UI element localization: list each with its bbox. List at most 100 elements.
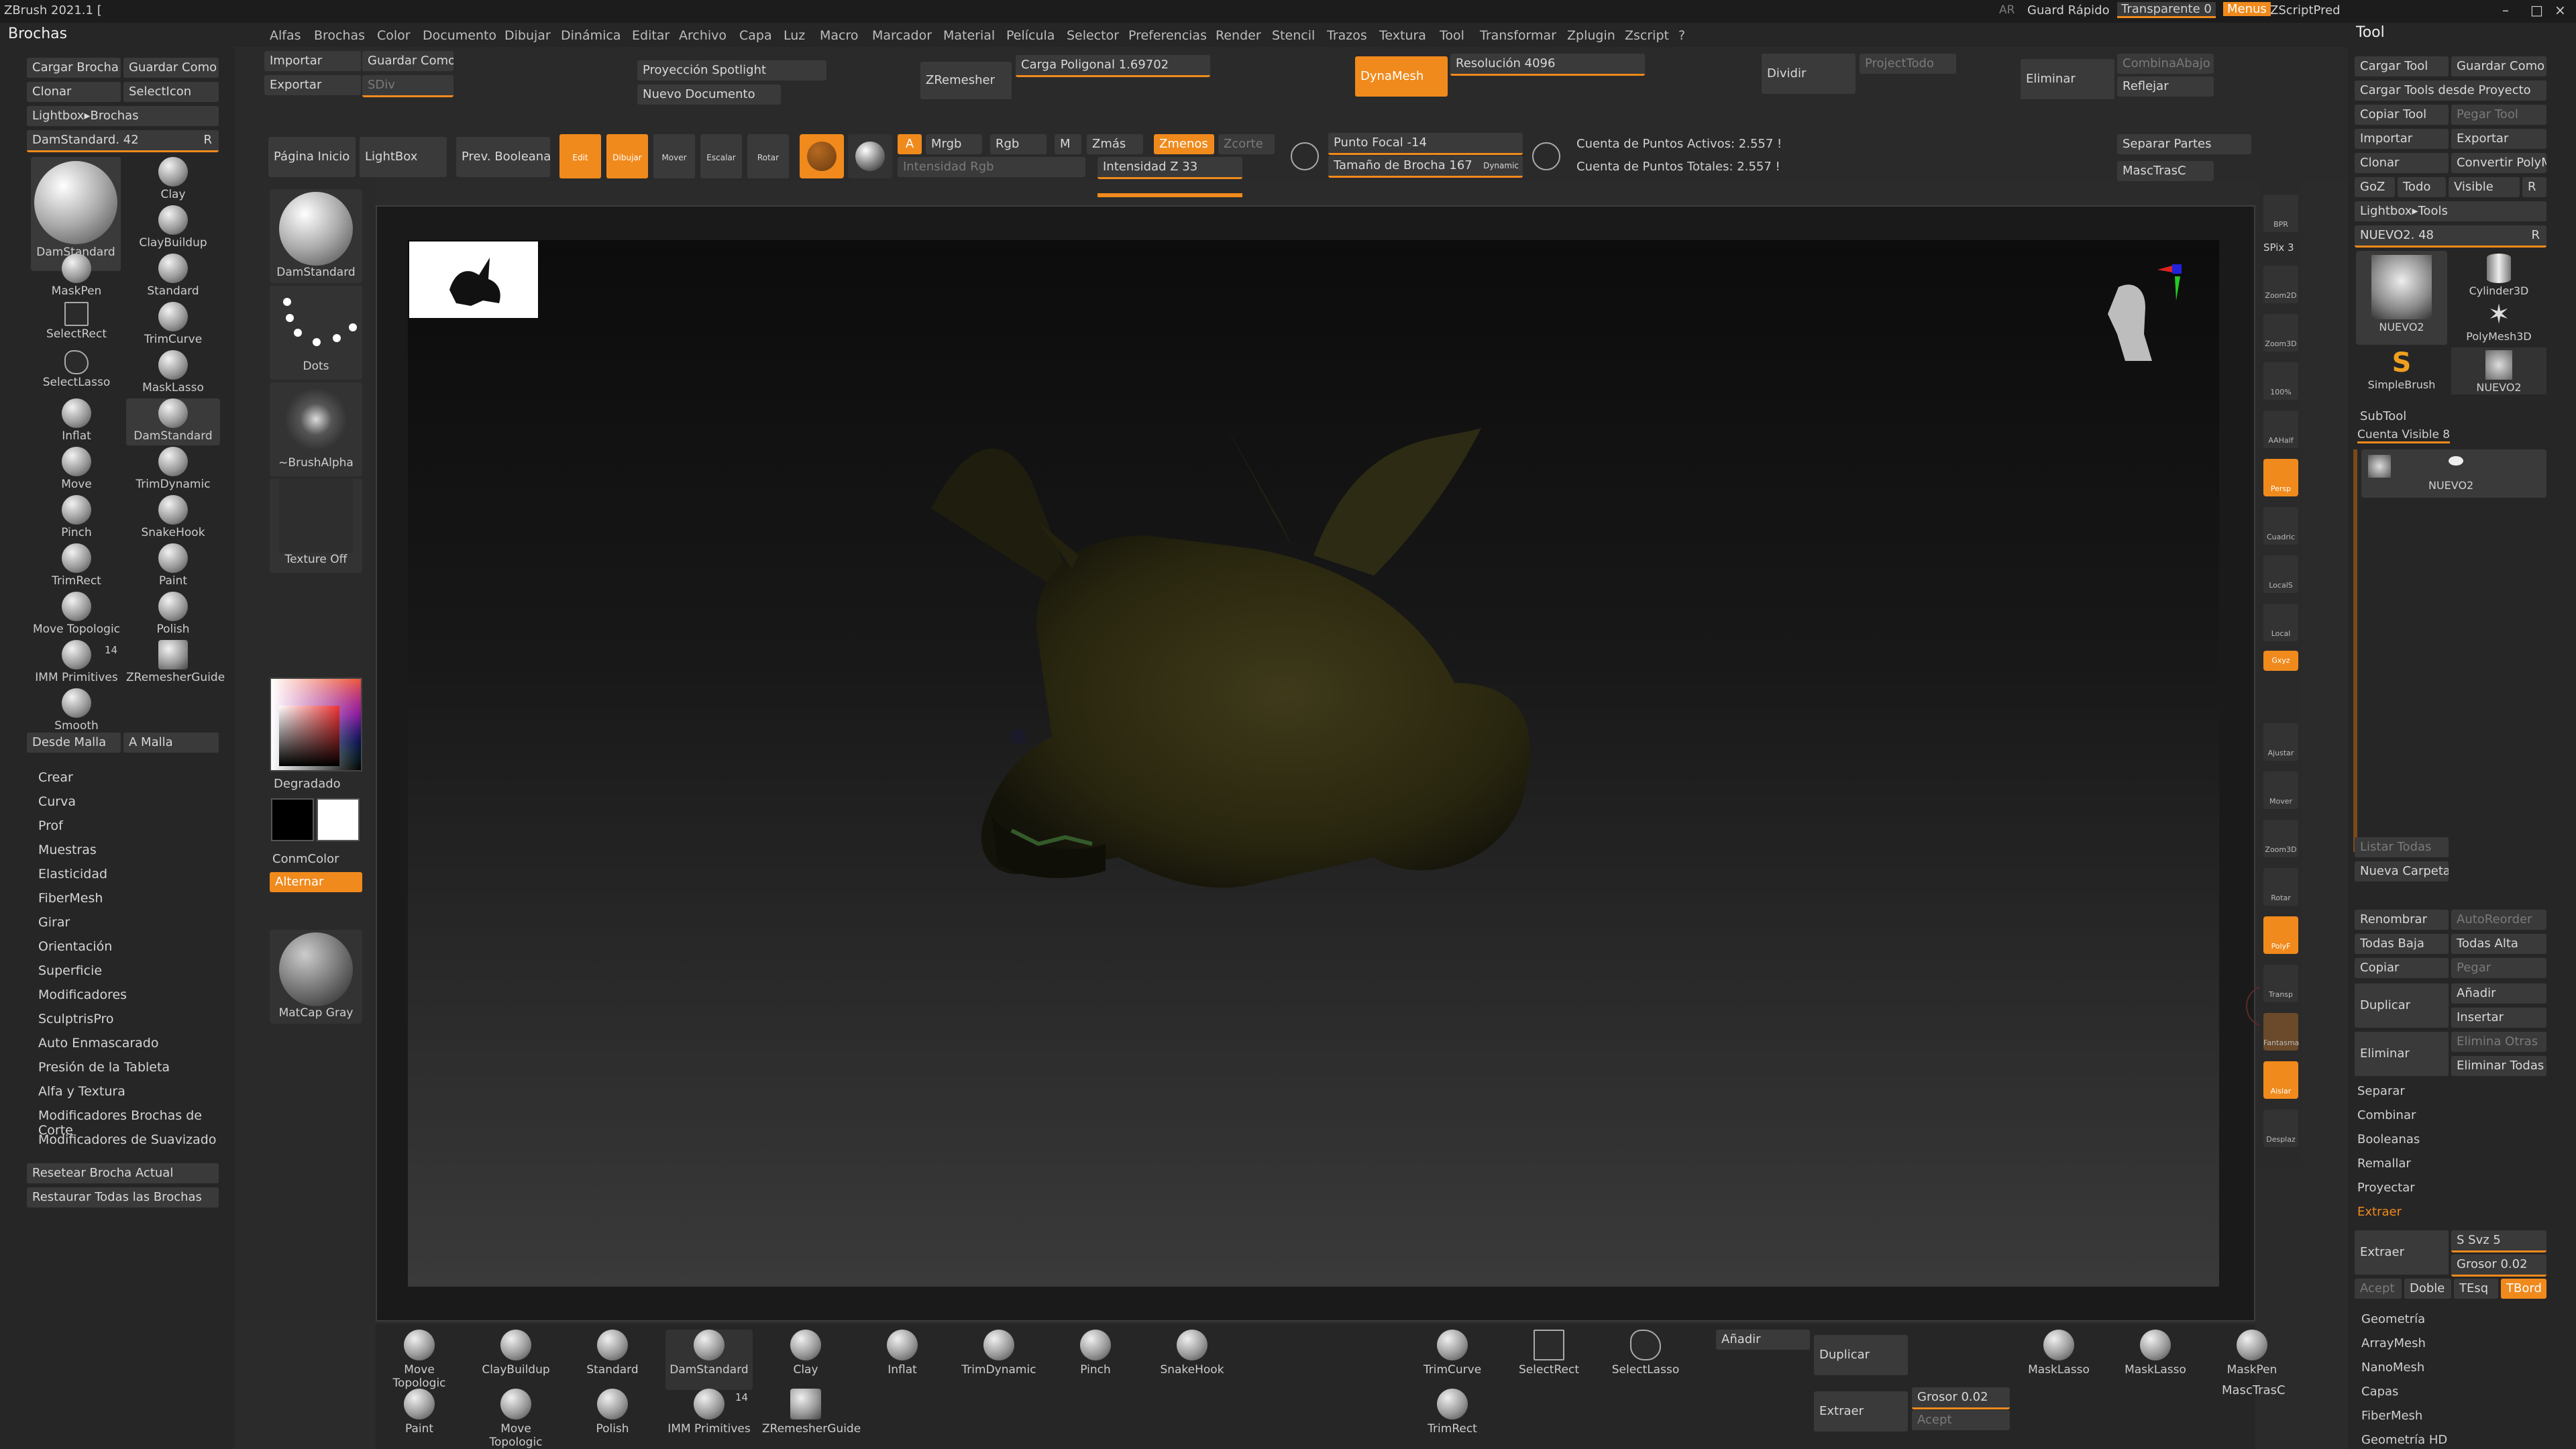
restore-all-brushes-button[interactable]: Restaurar Todas las Brochas [27,1187,219,1208]
menu-dinamica[interactable]: Dinámica [561,28,621,43]
lightbox-button[interactable]: LightBox [360,137,447,177]
brush-paint[interactable]: Paint [126,543,220,590]
section-presion-tableta[interactable]: Presión de la Tableta [38,1060,170,1075]
menu-transformar[interactable]: Transformar [1480,28,1556,43]
material-selector[interactable]: MatCap Gray [270,930,362,1024]
menu-editar[interactable]: Editar [632,28,669,43]
tborder-toggle[interactable]: TBord [2501,1279,2546,1299]
alpha-selector[interactable]: ~BrushAlpha [270,382,362,476]
save-tool-button[interactable]: Guardar Como [2451,56,2546,76]
brush-move[interactable]: Move [30,447,123,494]
brush-selector[interactable]: DamStandard [270,189,362,283]
brush-snakehook[interactable]: SnakeHook [126,495,220,542]
section-orientacion[interactable]: Orientación [38,939,112,954]
subtool-scrollbar[interactable] [2353,449,2357,852]
thickness-slider[interactable]: Grosor 0.02 [2451,1254,2546,1277]
shelf-brush-move-topologic[interactable]: Move Topologic [376,1330,463,1390]
all-button[interactable]: Todo [2398,177,2446,197]
shelf-selectrect[interactable]: SelectRect [1505,1330,1593,1390]
rgb-intensity-slider[interactable]: Intensidad Rgb [898,157,1085,177]
color-picker[interactable] [270,678,362,771]
section-booleanas[interactable]: Booleanas [2357,1132,2420,1146]
sdiv-slider[interactable]: SDiv [362,75,453,97]
tcorner-toggle[interactable]: TEsq [2454,1279,2498,1299]
poly-load-slider[interactable]: Carga Poligonal 1.69702 [1016,55,1210,77]
solo-button[interactable]: Aislar [2263,1061,2298,1099]
section-combinar[interactable]: Combinar [2357,1108,2416,1122]
shelf-thickness-slider[interactable]: Grosor 0.02 [1912,1387,2010,1409]
bpr-button[interactable]: BPR [2263,195,2298,232]
shelf-brush-clay[interactable]: Clay [762,1330,849,1390]
transparency-button[interactable]: Transp [2263,965,2298,1002]
project-all-button[interactable]: ProjectTodo [1860,54,1956,74]
transparency-slider[interactable]: Transparente 0 [2117,2,2216,18]
section-superficie[interactable]: Superficie [38,963,102,978]
edit-mode-button[interactable]: Edit [559,134,601,178]
menu-capa[interactable]: Capa [739,28,772,43]
menu-material[interactable]: Material [943,28,995,43]
gradient-label[interactable]: Degradado [274,777,341,791]
shelf-duplicate-button[interactable]: Duplicar [1814,1335,1908,1375]
mask-transfer-button[interactable]: MascTrasC [2117,161,2214,181]
brush-pinch[interactable]: Pinch [30,495,123,542]
delete-all-button[interactable]: Eliminar Todas [2451,1056,2546,1076]
shelf-brush-imm[interactable]: IMM Primitives 14 [665,1389,753,1449]
navigation-gizmo[interactable] [2078,260,2212,388]
brush-zremesherguide[interactable]: ZRemesherGuide [126,640,225,687]
menu-dibujar[interactable]: Dibujar [504,28,551,43]
section-nanomesh[interactable]: NanoMesh [2361,1360,2424,1375]
xyz-button[interactable]: Gxyz [2263,651,2298,671]
brush-masklasso[interactable]: MaskLasso [126,350,220,397]
menu-textura[interactable]: Textura [1379,28,1426,43]
shelf-extract-button[interactable]: Extraer [1814,1391,1908,1432]
dynamic-toggle[interactable]: Dynamic [1483,156,1519,176]
menu-trazos[interactable]: Trazos [1327,28,1367,43]
load-brush-button[interactable]: Cargar Brocha [27,58,121,78]
section-separar[interactable]: Separar [2357,1084,2405,1098]
mirror-button[interactable]: Reflejar [2117,76,2214,97]
brush-claybuildup[interactable]: ClayBuildup [126,205,220,252]
move-mode-button[interactable]: Mover [653,134,695,178]
import-tool-button[interactable]: Importar [2355,129,2449,149]
menu-preferencias[interactable]: Preferencias [1128,28,1207,43]
quick-save-button[interactable]: Guard Rápido [2027,3,2110,17]
s-smooth-slider[interactable]: S Svz 5 [2451,1230,2546,1252]
append-button[interactable]: Añadir [2451,983,2546,1004]
section-prof[interactable]: Prof [38,818,63,833]
secondary-color-swatch[interactable] [271,798,314,841]
menu-help[interactable]: ? [1678,28,1685,43]
double-toggle[interactable]: Doble [2404,1279,2451,1299]
rename-button[interactable]: Renombrar [2355,910,2449,930]
tool-thumb-simplebrush[interactable]: S SimpleBrush [2356,347,2447,394]
close-icon[interactable]: × [2555,2,2566,18]
brush-polish[interactable]: Polish [126,592,220,639]
brush-smooth[interactable]: Smooth [30,688,123,735]
menu-selector[interactable]: Selector [1067,28,1119,43]
menu-macro[interactable]: Macro [820,28,859,43]
visible-button[interactable]: Visible [2449,177,2520,197]
menu-documento[interactable]: Documento [423,28,496,43]
section-modificadores[interactable]: Modificadores [38,987,127,1002]
menu-archivo[interactable]: Archivo [679,28,727,43]
shelf-brush-snakehook[interactable]: SnakeHook [1148,1330,1236,1390]
section-crear[interactable]: Crear [38,770,73,785]
dynamesh-button[interactable]: DynaMesh [1355,56,1448,97]
minimize-icon[interactable]: – [2502,2,2509,18]
menu-luz[interactable]: Luz [784,28,805,43]
shelf-brush-pinch[interactable]: Pinch [1052,1330,1139,1390]
delete-subtool-button[interactable]: Eliminar [2355,1032,2449,1076]
shelf-brush-standard[interactable]: Standard [569,1330,656,1390]
zoom3d-button[interactable]: Zoom3D [2263,314,2298,352]
zadd-toggle[interactable]: Zmás [1087,134,1143,154]
menu-render[interactable]: Render [1216,28,1261,43]
section-girar[interactable]: Girar [38,915,70,930]
aahalf-button[interactable]: AAHalf [2263,411,2298,448]
accept-extract-button[interactable]: Acept [2355,1279,2402,1299]
dynamic-size-icon[interactable] [1532,142,1560,170]
save-brush-button[interactable]: Guardar Como [123,58,219,78]
subtool-item[interactable]: NUEVO2 [2361,449,2546,498]
autoreorder-button[interactable]: AutoReorder [2451,910,2546,930]
split-parts-button[interactable]: Separar Partes [2117,134,2251,154]
zcut-toggle[interactable]: Zcorte [1218,134,1275,154]
actual-size-button[interactable]: 100% [2263,362,2298,400]
